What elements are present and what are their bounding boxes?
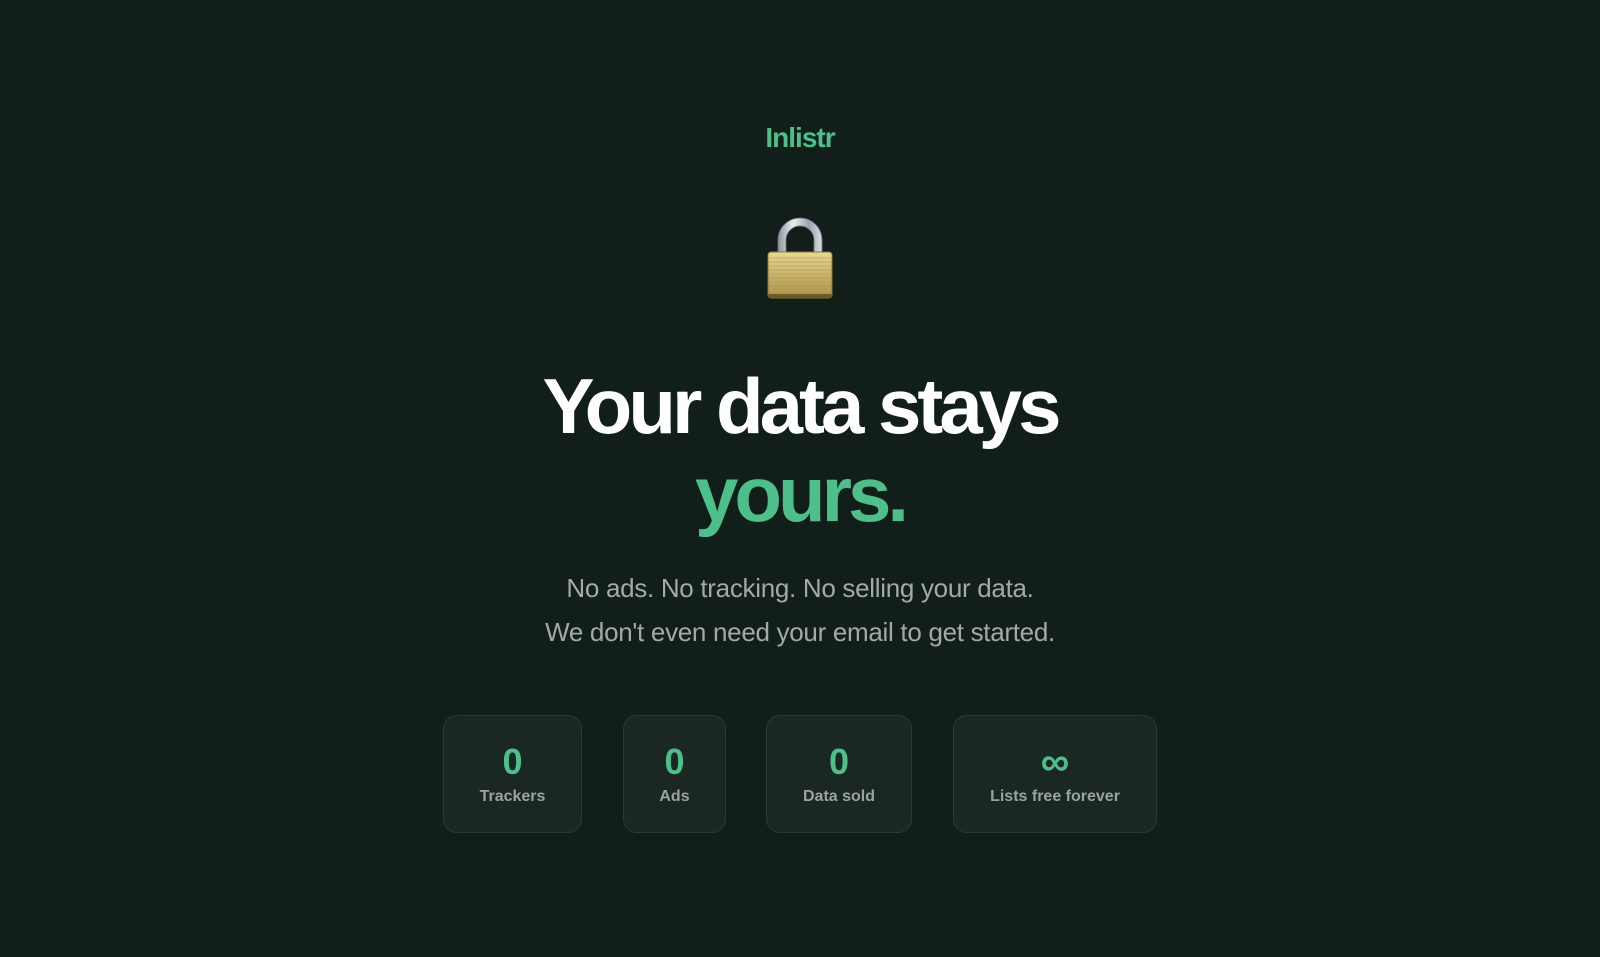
subtitle-line-1: No ads. No tracking. No selling your dat… [566, 573, 1034, 603]
privacy-page: Inlistr Your data stays yours. No ads. N… [0, 0, 1600, 957]
infinity-icon: ∞ [1040, 740, 1070, 784]
lock-icon [767, 217, 833, 299]
stat-value: 0 [502, 741, 523, 782]
hero-subtitle: No ads. No tracking. No selling your dat… [0, 566, 1600, 654]
headline-line-1: Your data stays [542, 362, 1061, 450]
stats-row: 0 Trackers 0 Ads 0 Data sold ∞ Lists fre… [0, 715, 1600, 835]
stat-value: 0 [664, 741, 685, 782]
stat-card-data-sold: 0 Data sold [766, 715, 912, 833]
stat-card-trackers: 0 Trackers [443, 715, 582, 833]
stat-card-ads: 0 Ads [623, 715, 726, 833]
stat-card-lists-free: ∞ Lists free forever [953, 715, 1157, 833]
stat-label: Data sold [802, 788, 875, 805]
stat-value: 0 [828, 741, 850, 782]
hero-headline: Your data stays yours. [0, 362, 1600, 538]
stat-label: Trackers [479, 788, 546, 805]
brand-logo[interactable]: Inlistr [0, 118, 1600, 158]
lock-hero [0, 214, 1600, 300]
stat-label: Lists free forever [990, 788, 1120, 805]
subtitle-line-2: We don't even need your email to get sta… [545, 617, 1055, 647]
headline-line-2: yours. [694, 450, 909, 538]
stat-label: Ads [659, 788, 690, 805]
